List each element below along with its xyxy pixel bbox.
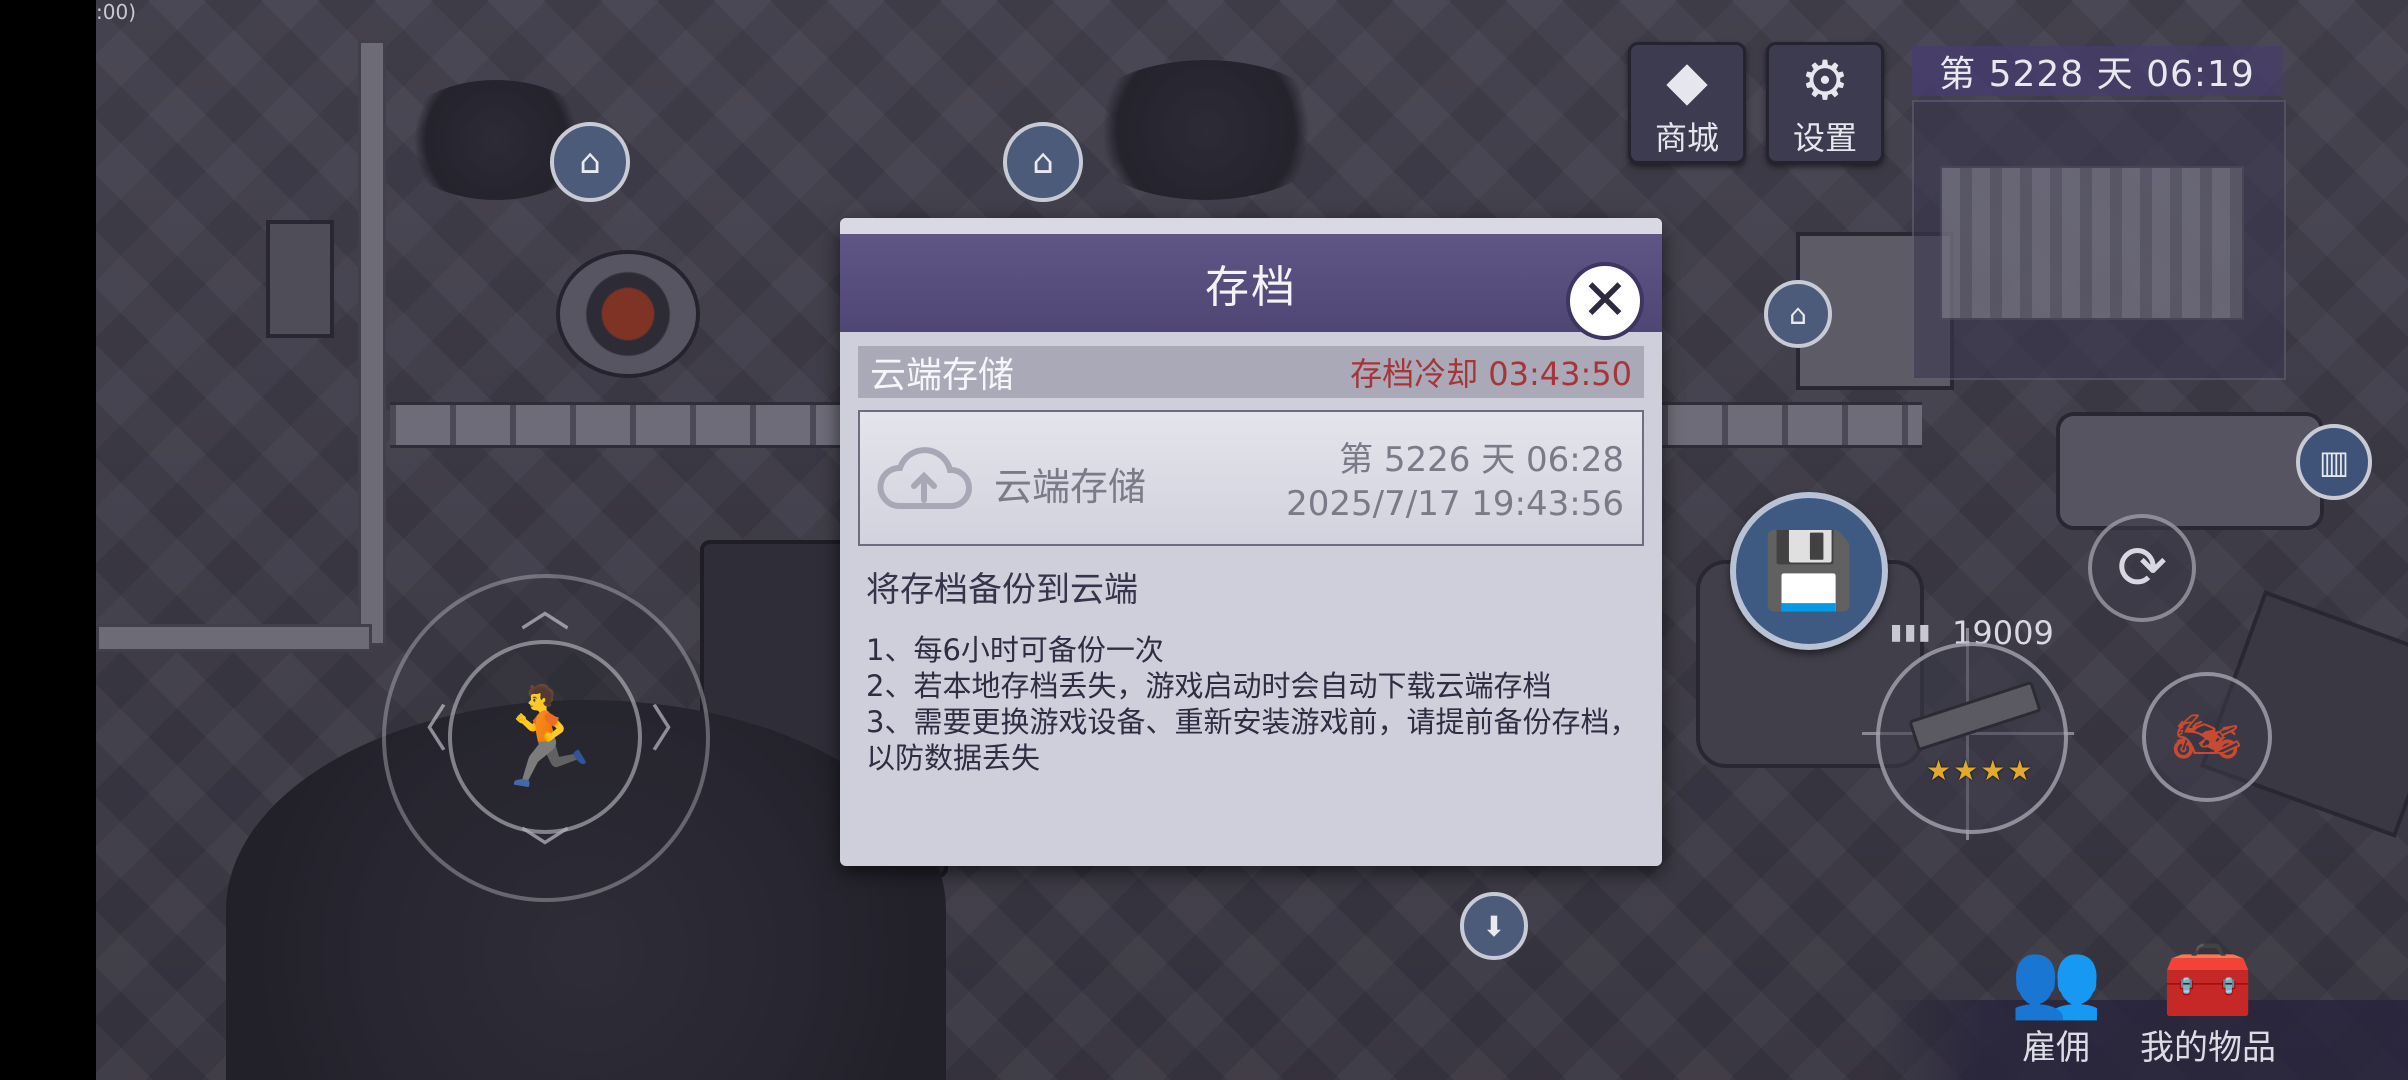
left-black-bar — [0, 0, 96, 1080]
chevron-left-icon: 〈 — [398, 700, 448, 758]
day-time-banner: 第 5228 天 06:19 — [1912, 46, 2282, 96]
close-icon: ✕ — [1581, 268, 1629, 333]
running-man-icon: 🏃 — [485, 680, 605, 793]
settings-label: 设置 — [1792, 119, 1857, 157]
rule-item: 2、若本地存档丢失，游戏启动时会自动下载云端存档 — [866, 669, 1552, 703]
settings-button[interactable]: ⚙ 设置 — [1766, 42, 1884, 164]
floppy-upload-icon: 💾 — [1762, 527, 1856, 614]
chevron-right-icon: 〉 — [650, 700, 700, 758]
hire-label: 雇佣 — [2022, 1028, 2091, 1068]
diamond-icon: ◆ — [1666, 49, 1708, 112]
sprint-button[interactable]: 🏃 — [448, 640, 642, 834]
my-items-button[interactable]: 🧰 我的物品 — [2140, 940, 2276, 1069]
cloud-card-day-time: 第 5226 天 06:28 — [1339, 440, 1624, 480]
cloud-upload-icon — [877, 447, 973, 509]
close-button[interactable]: ✕ — [1566, 262, 1644, 340]
section-title: 云端存储 — [870, 355, 1015, 396]
dialog-title: 存档 — [1205, 262, 1297, 313]
trash-icon[interactable]: ▥ — [2296, 424, 2372, 500]
dialog-top-strip — [840, 218, 1662, 234]
motorcycle-icon: 🏍 — [2172, 705, 2242, 768]
motorcycle-slot-button[interactable]: 🏍 — [2142, 672, 2272, 802]
cloud-save-card[interactable]: 云端存储 第 5226 天 06:28 2025/7/17 19:43:56 — [858, 410, 1644, 546]
weapon-slot-button[interactable] — [1876, 642, 2068, 834]
rules-list: 1、每6小时可备份一次 2、若本地存档丢失，游戏启动时会自动下载云端存档 3、需… — [866, 632, 1646, 776]
ammo-icon: ▮▮▮ — [1890, 620, 1933, 645]
barbed-fence-left — [390, 402, 840, 448]
rule-item: 3、需要更换游戏设备、重新安装游戏前，请提前备份存档，以防数据丢失 — [866, 705, 1639, 775]
cloud-section-bar: 云端存储 存档冷却 03:43:50 — [858, 346, 1644, 398]
cloud-card-label: 云端存储 — [994, 465, 1147, 509]
dog-house-icon[interactable]: ⌂ — [1764, 280, 1832, 348]
shop-label: 商城 — [1654, 119, 1719, 157]
weapon-rating-stars: ★★★★ — [1926, 754, 2035, 787]
cooldown-timer: 存档冷却 03:43:50 — [1350, 355, 1632, 393]
shop-button[interactable]: ◆ 商城 — [1628, 42, 1746, 164]
hire-button[interactable]: 👥 雇佣 — [2010, 940, 2102, 1069]
minimap-rooms — [1940, 166, 2244, 320]
chevron-up-icon: ︿ — [520, 580, 570, 638]
barbed-fence-right — [1662, 402, 1922, 448]
cloud-card-timestamp: 2025/7/17 19:43:56 — [1286, 484, 1624, 524]
my-items-label: 我的物品 — [2140, 1028, 2276, 1068]
rule-item: 1、每6小时可备份一次 — [866, 633, 1164, 667]
arrow-down-icon[interactable]: ⬇ — [1460, 892, 1528, 960]
wall-vertical — [358, 40, 386, 646]
wall-horizontal — [96, 624, 372, 652]
refresh-button[interactable]: ⟳ — [2088, 514, 2196, 622]
gear-icon: ⚙ — [1800, 49, 1850, 112]
save-dialog: 存档 ✕ 云端存储 存档冷却 03:43:50 云端存储 第 5226 天 06… — [840, 218, 1662, 866]
furnace-icon[interactable]: ⌂ — [1003, 122, 1083, 202]
furnace-icon[interactable]: ⌂ — [550, 122, 630, 202]
minimap[interactable] — [1912, 100, 2286, 380]
chest-icon: 🧰 — [2161, 937, 2255, 1023]
save-upload-button[interactable]: 💾 — [1730, 492, 1888, 650]
dialog-header: 存档 ✕ — [840, 234, 1662, 340]
description-title: 将存档备份到云端 — [866, 570, 1138, 610]
people-icon: 👥 — [2010, 937, 2103, 1023]
refresh-icon: ⟳ — [2116, 533, 2168, 603]
corner-time-fragment: :00) — [96, 0, 136, 24]
